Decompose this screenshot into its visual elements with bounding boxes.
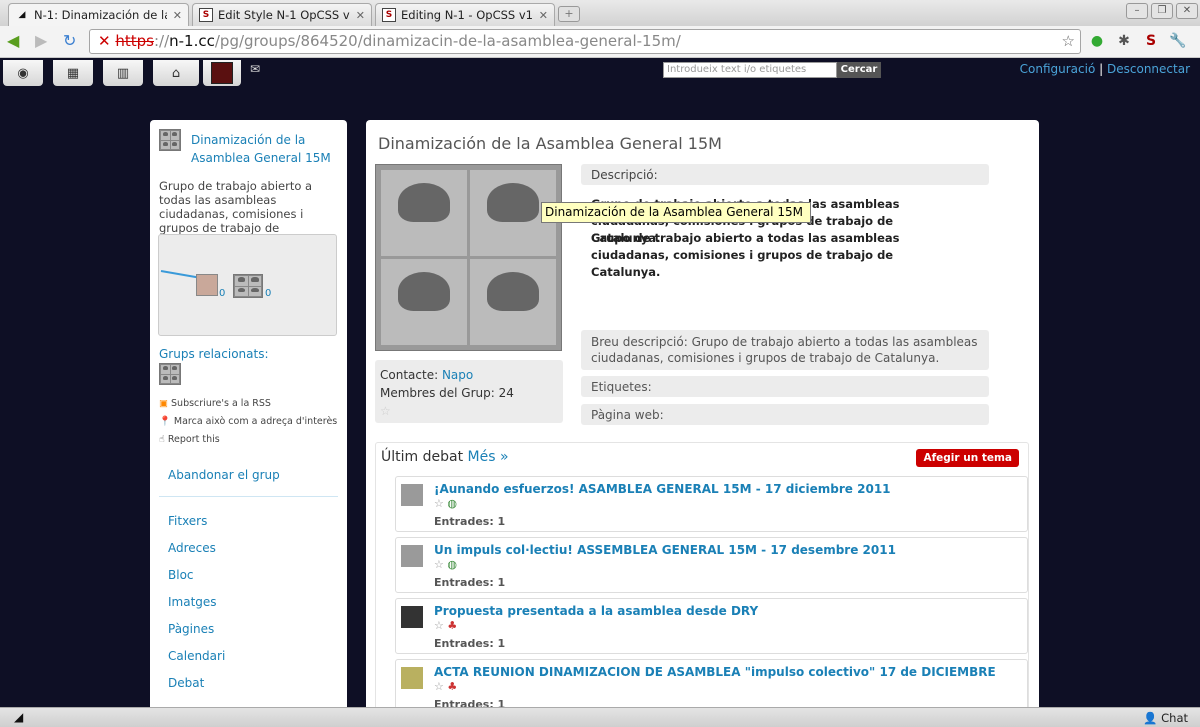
favorite-group-icons[interactable]: ☆ ♣ [434,619,457,632]
website-field: Pàgina web: [581,404,989,425]
tags-field: Etiquetes: [581,376,989,397]
site-menu-chart-icon[interactable]: ▥ [103,60,143,86]
messages-icon[interactable]: ✉ [250,62,260,76]
sidebar-actions: ▣ Subscriure's a la RSS 📍 Marca això com… [159,395,337,449]
favorite-star-icon[interactable]: ☆ [380,402,558,420]
debate-title-link[interactable]: Un impuls col·lectiu! ASSEMBLEA GENERAL … [434,543,896,557]
member-photo[interactable] [196,274,218,296]
related-groups-heading: Grups relacionats: [159,347,269,361]
minimize-window-button[interactable]: – [1126,3,1148,19]
settings-link[interactable]: Configuració [1020,62,1096,76]
top-links: Configuració | Desconnectar [1019,62,1190,76]
favorite-globe-icons[interactable]: ☆ ◍ [434,497,457,510]
short-description: Breu descripció: Grupo de trabajo abiert… [581,330,989,370]
back-arrow-icon[interactable]: ◀ [7,32,19,50]
tab-edit-style[interactable]: S Edit Style N-1 OpCSS v1.0 ✕ [192,3,372,26]
debate-row: Propuesta presentada a la asamblea desde… [395,598,1028,654]
sidebar-item-calendari[interactable]: Calendari [168,649,225,663]
address-bar[interactable]: ✕ https://n-1.cc/pg/groups/864520/dinami… [89,29,1081,54]
browser-tab-bar: ◢ N-1: Dinamización de la As ✕ S Edit St… [0,0,1200,26]
rss-icon: ▣ [159,398,168,409]
site-menu-tools-icon[interactable]: ▦ [53,60,93,86]
extension-green-icon[interactable]: ● [1086,30,1108,52]
bookmark-star-icon[interactable]: ☆ [1062,30,1075,53]
sidebar-item-debat[interactable]: Debat [168,676,204,690]
members-map: 0 0 [158,234,337,336]
report-icon: ☝ [159,434,165,445]
site-search-input[interactable]: Introdueix text i/o etiquetes [663,62,837,78]
related-group-icon[interactable] [159,363,181,385]
description-label: Descripció: [581,164,989,185]
tab-editing[interactable]: S Editing N-1 - OpCSS v1.0 - ✕ [375,3,555,26]
report-action[interactable]: ☝ Report this [159,431,337,449]
n1-logo-icon[interactable]: ◢ [14,710,23,724]
debate-row: ¡Aunando esfuerzos! ASAMBLEA GENERAL 15M… [395,476,1028,532]
home-icon[interactable]: ⌂ [153,60,199,86]
user-avatar[interactable] [401,667,423,689]
maximize-window-button[interactable]: ❐ [1151,3,1173,19]
contact-link[interactable]: Napo [442,368,473,382]
debate-row: Un impuls col·lectiu! ASSEMBLEA GENERAL … [395,537,1028,593]
add-topic-button[interactable]: Afegir un tema [916,449,1019,467]
site-menu-globe-icon[interactable]: ◉ [3,60,43,86]
group-name-link[interactable]: Dinamización de la Asamblea General 15M [191,131,336,167]
debate-heading: Últim debat Més » [381,449,509,465]
user-avatar[interactable] [401,606,423,628]
debate-title-link[interactable]: ACTA REUNION DINAMIZACION DE ASAMBLEA "i… [434,665,996,679]
tab-n1-group[interactable]: ◢ N-1: Dinamización de la As ✕ [8,3,189,26]
stylish-favicon-icon: S [382,8,396,22]
new-tab-button[interactable]: + [558,6,580,22]
site-footer-bar: ◢ 👤 Chat [0,707,1200,727]
wrench-icon[interactable]: 🔧 [1167,30,1189,52]
insecure-lock-icon: ✕ [98,32,111,50]
group-avatar-icon[interactable] [159,129,181,151]
browser-toolbar: ◀ ▶ ↻ ✕ https://n-1.cc/pg/groups/864520/… [0,26,1200,58]
user-avatar[interactable] [401,484,423,506]
group-large-avatar [375,164,562,351]
chat-button[interactable]: 👤 Chat [1143,711,1188,725]
search-button[interactable]: Cercar [837,62,881,78]
pin-icon: 📍 [159,416,171,427]
extension-bug-icon[interactable]: ✱ [1113,30,1135,52]
sidebar-item-bloc[interactable]: Bloc [168,568,194,582]
rss-action[interactable]: ▣ Subscriure's a la RSS [159,395,337,413]
tooltip: Dinamización de la Asamblea General 15M [541,202,811,223]
sidebar-item-adreces[interactable]: Adreces [168,541,216,555]
latest-debate-section: Últim debat Més » Afegir un tema ¡Aunand… [375,442,1029,720]
debate-title-link[interactable]: ¡Aunando esfuerzos! ASAMBLEA GENERAL 15M… [434,482,891,496]
favorite-globe-icons[interactable]: ☆ ◍ [434,558,457,571]
avatar[interactable] [203,60,241,86]
extensions-area: ● ✱ S 🔧 [1086,30,1189,52]
close-icon[interactable]: ✕ [539,9,548,22]
group-contact-box: Contacte: Napo Membres del Grup: 24 ☆ [375,360,563,423]
forward-arrow-icon[interactable]: ▶ [35,32,47,50]
logout-link[interactable]: Desconnectar [1107,62,1190,76]
reload-icon[interactable]: ↻ [63,32,76,50]
close-icon[interactable]: ✕ [356,9,365,22]
close-icon[interactable]: ✕ [173,9,182,22]
debate-title-link[interactable]: Propuesta presentada a la asamblea desde… [434,604,758,618]
close-window-button[interactable]: ✕ [1176,3,1198,19]
user-avatar[interactable] [401,545,423,567]
leave-group-link[interactable]: Abandonar el grup [168,468,280,482]
more-debates-link[interactable]: Més » [468,449,509,465]
sidebar-item-fitxers[interactable]: Fitxers [168,514,207,528]
page-title: Dinamización de la Asamblea General 15M [378,134,722,153]
sidebar-item-pagines[interactable]: Pàgines [168,622,214,636]
bookmark-action[interactable]: 📍 Marca això com a adreça d'interès [159,413,337,431]
chat-user-icon: 👤 [1143,711,1158,725]
group-sidebar: Dinamización de la Asamblea General 15M … [150,120,347,720]
favorite-group-icons[interactable]: ☆ ♣ [434,680,457,693]
sidebar-item-imatges[interactable]: Imatges [168,595,217,609]
site-top-bar: ◉ ▦ ▥ ⌂ ✉ Introdueix text i/o etiquetes … [0,58,1200,86]
group-node-icon[interactable] [233,274,263,298]
description-text-2: Grupo de trabajo abierto a todas las asa… [591,231,900,279]
stylish-extension-icon[interactable]: S [1140,30,1162,52]
stylish-favicon-icon: S [199,8,213,22]
n1-favicon-icon: ◢ [18,10,26,20]
divider [159,496,338,497]
